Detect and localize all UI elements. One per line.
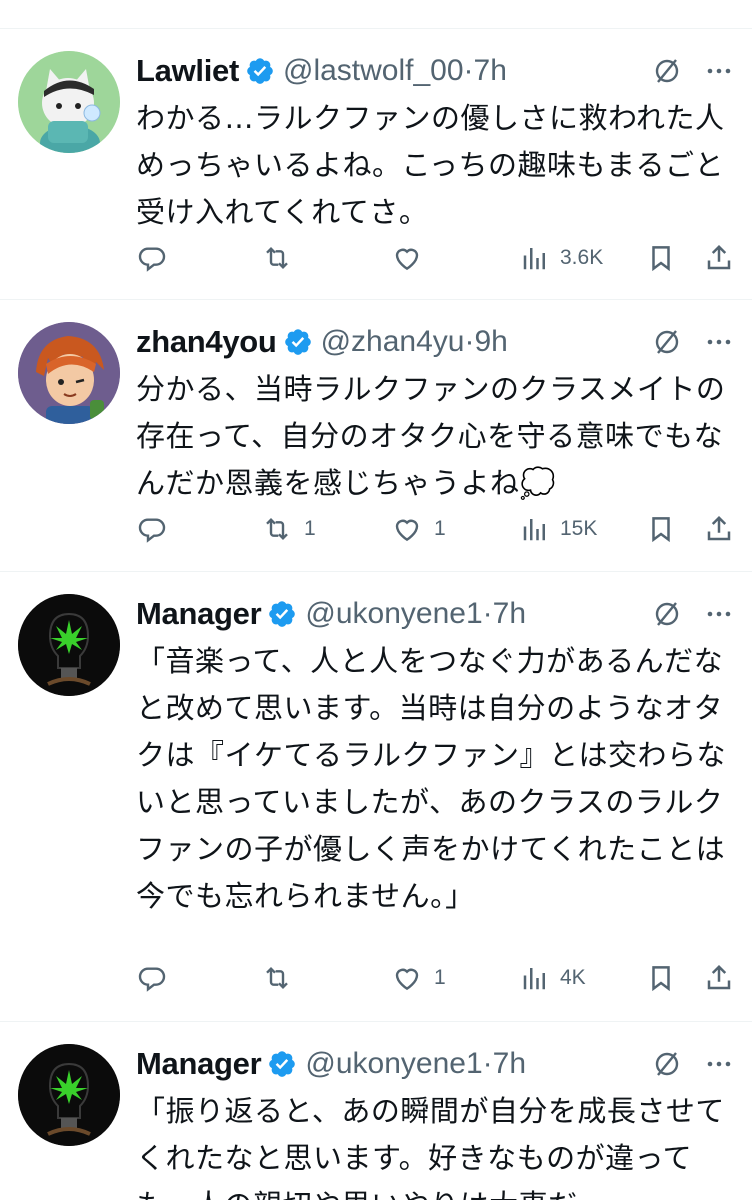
share-button[interactable]: [704, 958, 734, 998]
repost-button[interactable]: [260, 958, 304, 998]
reply-icon: [138, 967, 166, 992]
display-name[interactable]: Manager: [136, 596, 262, 632]
tweet[interactable]: Lawliet @lastwolf_00 · 7h わかる…ラルクファンの優しさ…: [0, 29, 752, 300]
lightbulb-leaf-avatar-icon: [18, 594, 120, 696]
like-button[interactable]: 1: [390, 509, 446, 549]
grok-icon[interactable]: [652, 599, 682, 629]
verified-badge-icon: [267, 1049, 297, 1079]
handle[interactable]: @lastwolf_00: [283, 54, 464, 88]
tweet[interactable]: Manager @ukonyene1 · 7h 「音楽って、人と人をつなぐ力があ…: [0, 572, 752, 1022]
handle[interactable]: @ukonyene1: [305, 597, 482, 631]
dot-separator: ·: [482, 597, 493, 630]
avatar[interactable]: [18, 322, 120, 424]
tweet-header: zhan4you @zhan4yu · 9h: [136, 322, 734, 362]
timestamp[interactable]: 7h: [493, 597, 526, 631]
views-button[interactable]: 15K: [520, 509, 597, 549]
bookmark-button[interactable]: [646, 238, 676, 278]
tweet-text: わかる…ラルクファンの優しさに救われた人めっちゃいるよね。こっちの趣味もまるごと…: [136, 101, 725, 229]
repost-count: 1: [304, 517, 316, 540]
heart-icon: [395, 519, 419, 542]
timestamp[interactable]: 9h: [474, 325, 507, 359]
reply-icon: [138, 247, 166, 272]
handle[interactable]: @zhan4yu: [321, 325, 465, 359]
share-icon: [707, 515, 731, 541]
tweet[interactable]: Manager @ukonyene1 · 7h 「振り返ると、あの瞬間が自分を成…: [0, 1022, 752, 1200]
grok-icon[interactable]: [652, 327, 682, 357]
like-button[interactable]: [390, 238, 434, 278]
bookmark-button[interactable]: [646, 509, 676, 549]
tweet-text: 「振り返ると、あの瞬間が自分を成長させてくれたなと思います。好きなものが違っても…: [136, 1094, 725, 1200]
timestamp[interactable]: 7h: [474, 54, 507, 88]
like-count: 1: [434, 966, 446, 989]
share-icon: [707, 964, 731, 990]
dot-separator: ·: [482, 1047, 493, 1080]
views-button[interactable]: 4K: [520, 958, 586, 998]
bookmark-icon: [652, 966, 670, 992]
share-icon: [707, 244, 731, 270]
verified-badge-icon: [245, 56, 275, 86]
views-chart-icon: [523, 519, 545, 541]
tweet-header: Manager @ukonyene1 · 7h: [136, 1044, 734, 1084]
dot-separator: ·: [463, 54, 474, 87]
verified-badge-icon: [283, 327, 313, 357]
tweet[interactable]: zhan4you @zhan4yu · 9h 分かる、当時ラルクファンのクラスメ…: [0, 300, 752, 572]
display-name[interactable]: Manager: [136, 1046, 262, 1082]
views-chart-icon: [523, 248, 545, 270]
tweet-text: 分かる、当時ラルクファンのクラスメイトの存在って、自分のオタク心を守る意味でもな…: [136, 372, 726, 500]
grok-icon[interactable]: [652, 56, 682, 86]
bookmark-button[interactable]: [646, 958, 676, 998]
anime-boy-avatar-icon: [18, 322, 120, 424]
repost-icon: [266, 246, 288, 270]
more-icon[interactable]: [704, 56, 734, 86]
cat-cartoon-avatar-icon: [18, 51, 120, 153]
display-name[interactable]: Lawliet: [136, 53, 239, 89]
reply-button[interactable]: [136, 958, 178, 998]
avatar[interactable]: [18, 51, 120, 153]
tweet-header: Lawliet @lastwolf_00 · 7h: [136, 51, 734, 91]
repost-button[interactable]: 1: [260, 509, 316, 549]
heart-icon: [395, 248, 419, 271]
views-count: 4K: [560, 966, 586, 989]
repost-button[interactable]: [260, 238, 304, 278]
views-button[interactable]: 3.6K: [520, 238, 603, 278]
tweet-actions: 1 1 15K: [136, 509, 734, 549]
tweet-header: Manager @ukonyene1 · 7h: [136, 594, 734, 634]
reply-icon: [138, 518, 166, 543]
bookmark-icon: [652, 246, 670, 272]
display-name[interactable]: zhan4you: [136, 324, 277, 360]
handle[interactable]: @ukonyene1: [305, 1047, 482, 1081]
tweet-text: 「音楽って、人と人をつなぐ力があるんだなと改めて思います。当時は自分のようなオタ…: [136, 644, 727, 913]
like-count: 1: [434, 517, 446, 540]
views-chart-icon: [523, 968, 545, 990]
timestamp[interactable]: 7h: [493, 1047, 526, 1081]
lightbulb-leaf-avatar-icon: [18, 1044, 120, 1146]
reply-button[interactable]: [136, 238, 178, 278]
avatar[interactable]: [18, 594, 120, 696]
reply-button[interactable]: [136, 509, 178, 549]
avatar[interactable]: [18, 1044, 120, 1146]
more-icon[interactable]: [704, 599, 734, 629]
grok-icon[interactable]: [652, 1049, 682, 1079]
like-button[interactable]: 1: [390, 958, 446, 998]
repost-icon: [266, 517, 288, 541]
repost-icon: [266, 966, 288, 990]
views-count: 15K: [560, 517, 598, 540]
tweet-actions: 3.6K: [136, 238, 734, 278]
verified-badge-icon: [267, 599, 297, 629]
share-button[interactable]: [704, 509, 734, 549]
bookmark-icon: [652, 517, 670, 543]
share-button[interactable]: [704, 238, 734, 278]
views-count: 3.6K: [560, 246, 604, 269]
tweet-actions: 1 4K: [136, 958, 734, 998]
dot-separator: ·: [464, 325, 475, 358]
more-icon[interactable]: [704, 327, 734, 357]
more-icon[interactable]: [704, 1049, 734, 1079]
heart-icon: [395, 968, 419, 991]
